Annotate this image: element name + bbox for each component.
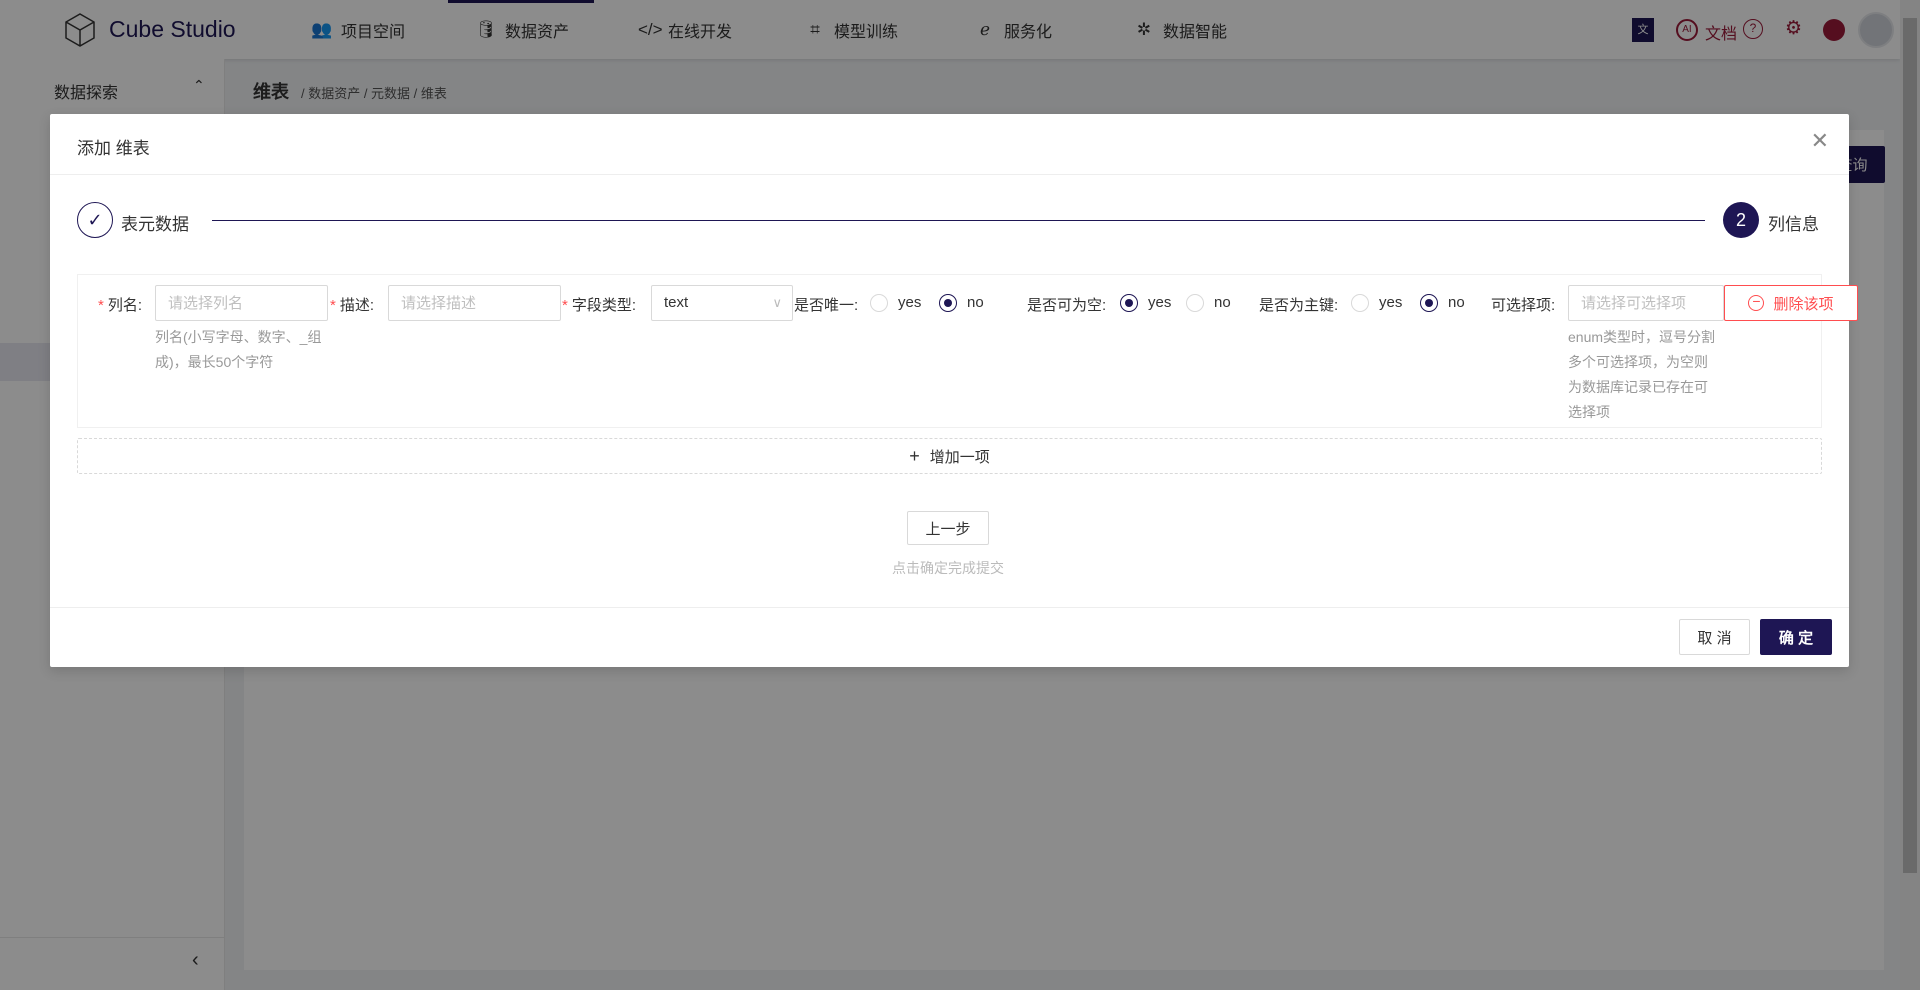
chevron-down-icon: ∨ — [772, 295, 782, 310]
col-name-hint: 列名(小写字母、数字、_组成)，最长50个字符 — [155, 329, 322, 370]
nullable-no-label: no — [1214, 294, 1231, 311]
unique-no-label: no — [967, 294, 984, 311]
minus-circle-icon: − — [1748, 294, 1765, 311]
unique-yes-radio[interactable] — [870, 294, 888, 312]
nullable-yes-radio[interactable] — [1120, 294, 1138, 312]
primary-no-radio[interactable] — [1420, 294, 1438, 312]
modal-title: 添加 维表 — [77, 139, 150, 158]
nullable-label: 是否可为空: — [1027, 297, 1107, 314]
field-type-select[interactable]: text ∨ — [651, 285, 793, 321]
primary-no-label: no — [1448, 294, 1465, 311]
col-name-label: * 列名: — [98, 297, 143, 314]
unique-label: 是否唯一: — [794, 297, 859, 314]
field-type-value: text — [664, 294, 689, 311]
unique-yes-label: yes — [898, 294, 922, 311]
footer-divider — [50, 607, 1849, 608]
nullable-yes-label: yes — [1148, 294, 1172, 311]
plus-icon: + — [909, 445, 920, 466]
desc-input[interactable] — [388, 285, 561, 321]
delete-item-label: 删除该项 — [1773, 295, 1834, 313]
options-label: 可选择项: — [1491, 297, 1556, 314]
step-2-label: 列信息 — [1768, 215, 1819, 234]
options-hint: enum类型时，逗号分割多个可选择项，为空则为数据库记录已存在可选择项 — [1568, 329, 1716, 420]
step-done-check-icon: ✓ — [77, 202, 113, 238]
step-connector — [212, 220, 1705, 221]
field-type-label: * 字段类型: — [562, 297, 637, 314]
primary-yes-radio[interactable] — [1351, 294, 1369, 312]
add-item-button[interactable]: + 增加一项 — [77, 438, 1822, 474]
step-1-label: 表元数据 — [121, 215, 189, 234]
ok-button[interactable]: 确 定 — [1760, 619, 1832, 655]
primary-key-label: 是否为主键: — [1259, 297, 1339, 314]
options-input[interactable] — [1568, 285, 1724, 321]
primary-yes-label: yes — [1379, 294, 1403, 311]
close-icon[interactable]: ✕ — [1811, 128, 1829, 154]
cancel-button[interactable]: 取 消 — [1679, 619, 1750, 655]
nullable-no-radio[interactable] — [1186, 294, 1204, 312]
prev-step-button[interactable]: 上一步 — [907, 511, 989, 545]
submit-hint: 点击确定完成提交 — [892, 560, 1004, 576]
col-name-input[interactable] — [155, 285, 328, 321]
header-divider — [50, 174, 1849, 175]
add-dimension-table-modal: 添加 维表 ✕ ✓ 表元数据 2 列信息 *列名: 列名(小写字母、数字、_组成… — [50, 114, 1858, 667]
delete-item-button[interactable]: − 删除该项 — [1724, 285, 1858, 321]
add-item-label: 增加一项 — [929, 448, 990, 466]
step-2-number: 2 — [1723, 202, 1759, 238]
desc-label: * 描述: — [330, 297, 375, 314]
column-form-row: *列名: 列名(小写字母、数字、_组成)，最长50个字符 *描述: *字段类型:… — [77, 274, 1858, 428]
unique-no-radio[interactable] — [939, 294, 957, 312]
